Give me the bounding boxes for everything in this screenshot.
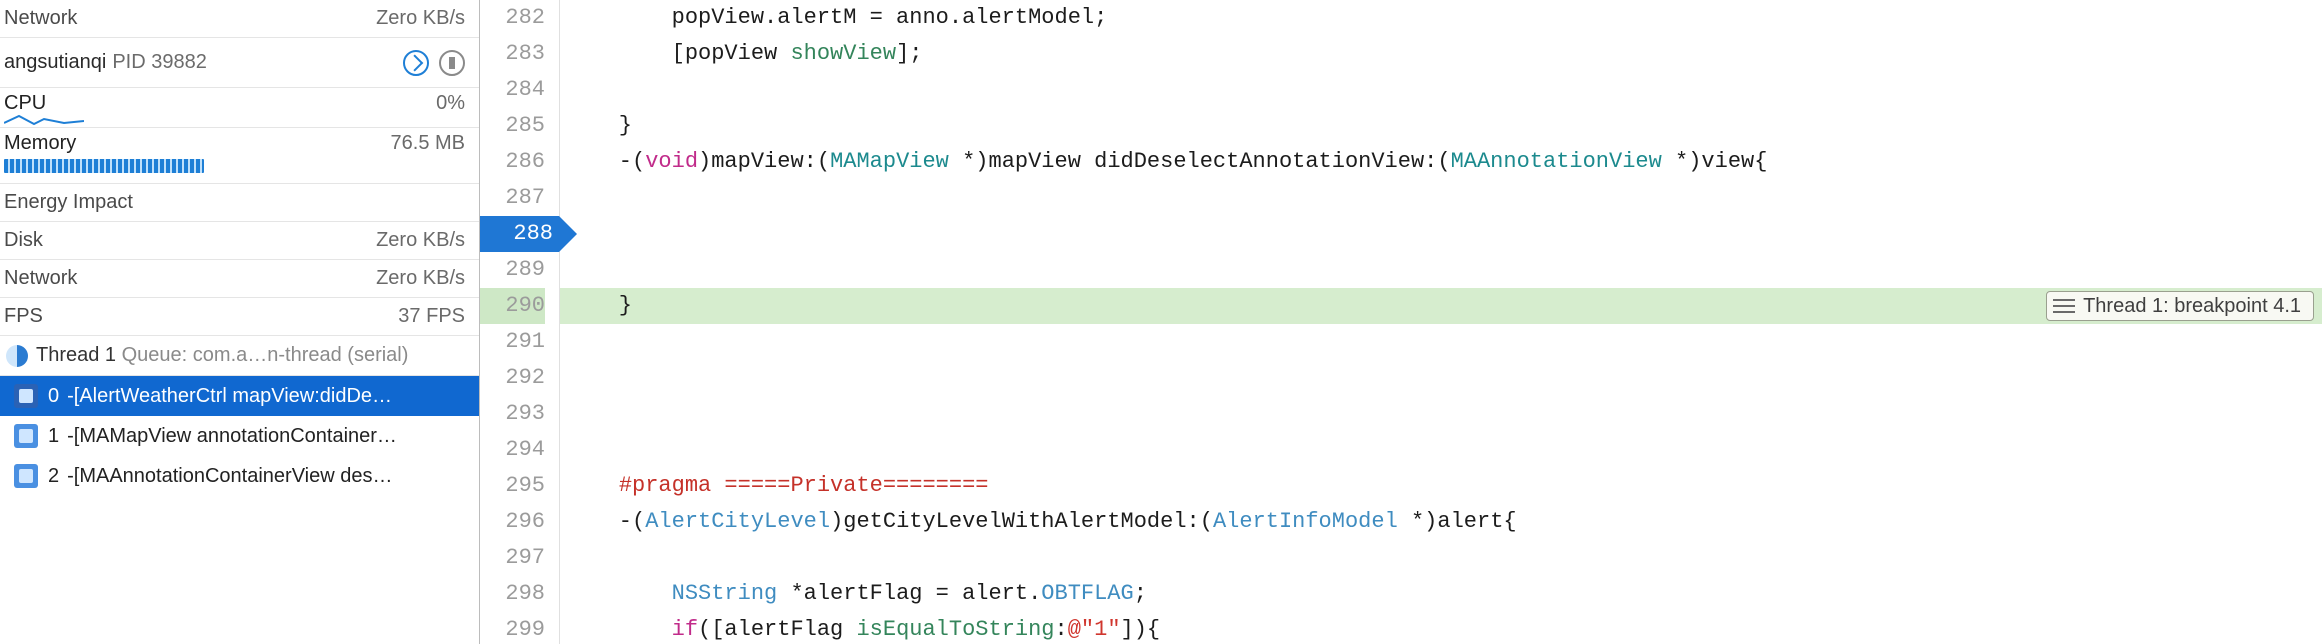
line-number[interactable]: 298 (480, 576, 545, 612)
frame-index: 1 (48, 425, 59, 448)
frame-label: -[MAMapView annotationContainer… (67, 425, 397, 448)
code-editor[interactable]: 2822832842852862872882892902912922932942… (480, 0, 2322, 644)
activity-indicator-icon (6, 345, 28, 367)
code-line[interactable] (560, 432, 2322, 468)
gauge-disk[interactable]: Disk Zero KB/s (0, 222, 479, 260)
line-number[interactable]: 282 (480, 0, 545, 36)
gauge-network-bottom[interactable]: Network Zero KB/s (0, 260, 479, 298)
frame-user-icon (14, 424, 38, 448)
cpu-sparkline-icon (4, 115, 74, 125)
gauge-energy[interactable]: Energy Impact (0, 184, 479, 222)
code-line[interactable]: if([alertFlag isEqualToString:@"1"]){ (560, 612, 2322, 644)
frame-index: 2 (48, 465, 59, 488)
line-number[interactable]: 289 (480, 252, 545, 288)
code-line[interactable]: }Thread 1: breakpoint 4.1 (560, 288, 2322, 324)
stack-frame[interactable]: 1 -[MAMapView annotationContainer… (0, 416, 479, 456)
code-line[interactable] (560, 72, 2322, 108)
gauge-label: CPU (4, 92, 46, 115)
line-number[interactable]: 290 (480, 288, 545, 324)
gauge-label: Energy Impact (4, 191, 133, 214)
gauge-value: 76.5 MB (391, 132, 465, 155)
code-line[interactable]: [popView showView]; (560, 36, 2322, 72)
gauge-fps[interactable]: FPS 37 FPS (0, 298, 479, 336)
gauge-label: Disk (4, 229, 43, 252)
code-line[interactable] (560, 324, 2322, 360)
location-icon[interactable] (403, 50, 429, 76)
gauge-value: Zero KB/s (376, 229, 465, 252)
code-line[interactable]: -(void)mapView:(MAMapView *)mapView didD… (560, 144, 2322, 180)
code-line[interactable]: } (560, 108, 2322, 144)
code-line[interactable] (560, 252, 2322, 288)
line-number[interactable]: 296 (480, 504, 545, 540)
pause-icon[interactable] (439, 50, 465, 76)
gauge-network-top[interactable]: Network Zero KB/s (0, 0, 479, 38)
gauge-value: Zero KB/s (376, 7, 465, 30)
process-pid: PID 39882 (112, 51, 207, 74)
code-line[interactable] (560, 540, 2322, 576)
line-number[interactable]: 291 (480, 324, 545, 360)
line-number[interactable]: 294 (480, 432, 545, 468)
frame-label: -[AlertWeatherCtrl mapView:didDe… (67, 385, 392, 408)
line-number[interactable]: 295 (480, 468, 545, 504)
line-number[interactable]: 285 (480, 108, 545, 144)
memory-bar-icon (4, 159, 204, 173)
code-line[interactable] (560, 396, 2322, 432)
line-number[interactable]: 299 (480, 612, 545, 644)
stack-frame[interactable]: 0 -[AlertWeatherCtrl mapView:didDe… (0, 376, 479, 416)
frame-index: 0 (48, 385, 59, 408)
line-number[interactable]: 283 (480, 36, 545, 72)
code-area[interactable]: popView.alertM = anno.alertModel; [popVi… (560, 0, 2322, 644)
gauge-value: Zero KB/s (376, 267, 465, 290)
line-number[interactable]: 287 (480, 180, 545, 216)
code-line[interactable] (560, 360, 2322, 396)
gauge-label: FPS (4, 305, 43, 328)
line-number[interactable]: 292 (480, 360, 545, 396)
breakpoint-label: Thread 1: breakpoint 4.1 (2083, 288, 2301, 324)
gauge-value: 0% (436, 92, 465, 115)
gauge-label: Memory (4, 132, 76, 155)
breakpoint-indicator[interactable]: Thread 1: breakpoint 4.1 (2046, 291, 2314, 321)
thread-queue: Queue: com.a…n-thread (serial) (116, 344, 408, 366)
thread-header[interactable]: Thread 1 Queue: com.a…n-thread (serial) (0, 336, 479, 376)
frame-user-icon (14, 384, 38, 408)
code-line[interactable]: -(AlertCityLevel)getCityLevelWithAlertMo… (560, 504, 2322, 540)
gauge-cpu[interactable]: CPU 0% (0, 88, 479, 128)
gauge-value: 37 FPS (398, 305, 465, 328)
gauge-memory[interactable]: Memory 76.5 MB (0, 128, 479, 184)
debug-navigator: Network Zero KB/s angsutianqi PID 39882 … (0, 0, 480, 644)
stack-frame-list: 0 -[AlertWeatherCtrl mapView:didDe… 1 -[… (0, 376, 479, 496)
code-line[interactable]: popView.alertM = anno.alertModel; (560, 0, 2322, 36)
process-name: angsutianqi (4, 51, 106, 74)
gauge-label: Network (4, 267, 77, 290)
line-number[interactable]: 293 (480, 396, 545, 432)
thread-name: Thread 1 (36, 344, 116, 366)
stack-frame[interactable]: 2 -[MAAnnotationContainerView des… (0, 456, 479, 496)
line-number[interactable]: 288 (480, 216, 559, 252)
gauge-label: Network (4, 7, 77, 30)
line-number-gutter[interactable]: 2822832842852862872882892902912922932942… (480, 0, 560, 644)
process-row[interactable]: angsutianqi PID 39882 (0, 38, 479, 88)
code-line[interactable] (560, 180, 2322, 216)
line-number[interactable]: 286 (480, 144, 545, 180)
code-line[interactable] (560, 216, 2322, 252)
menu-icon (2053, 297, 2075, 315)
line-number[interactable]: 284 (480, 72, 545, 108)
line-number[interactable]: 297 (480, 540, 545, 576)
frame-user-icon (14, 464, 38, 488)
code-line[interactable]: NSString *alertFlag = alert.OBTFLAG; (560, 576, 2322, 612)
frame-label: -[MAAnnotationContainerView des… (67, 465, 392, 488)
code-line[interactable]: #pragma =====Private======== (560, 468, 2322, 504)
